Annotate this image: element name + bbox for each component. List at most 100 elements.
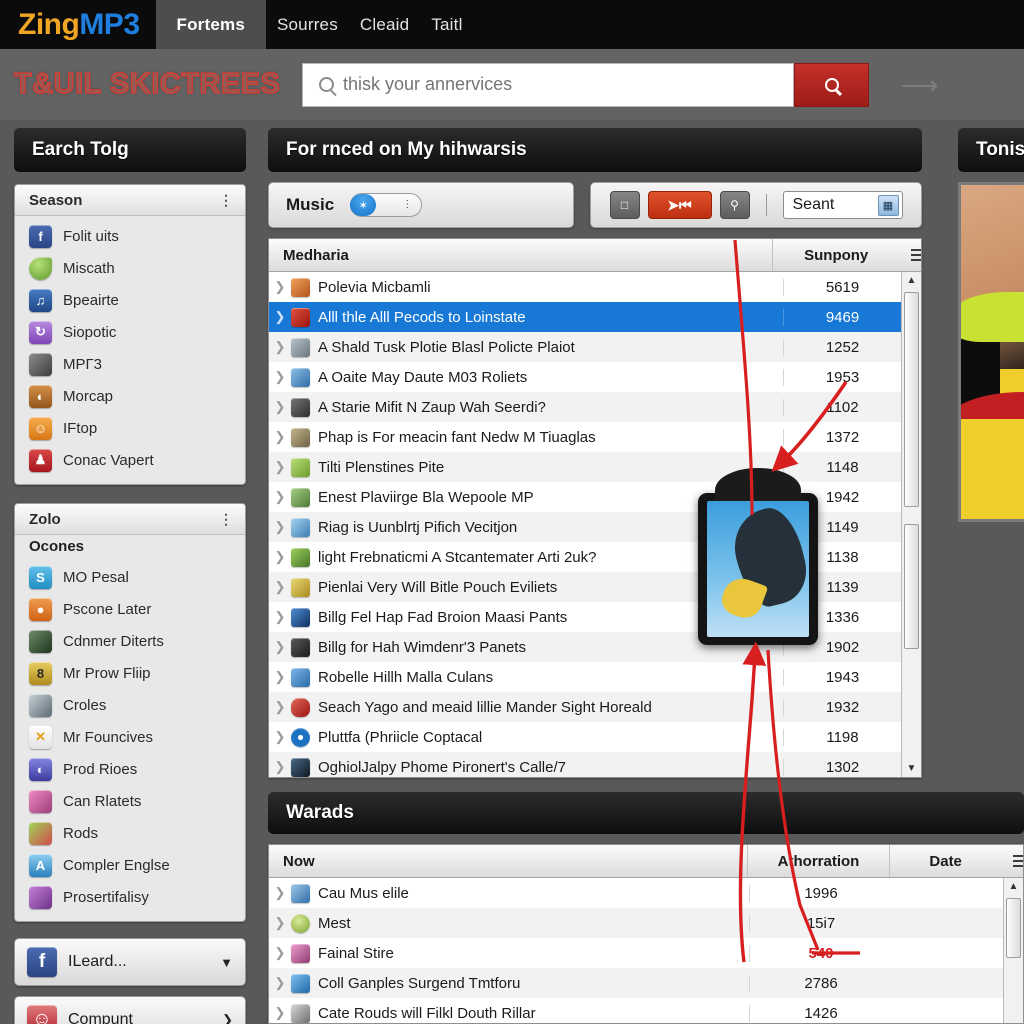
expand-chevron-icon[interactable]: ❯: [269, 339, 291, 355]
table-row[interactable]: ❯ Riag is Uunblrtj Pifich Vecitjon 1149: [269, 512, 921, 542]
scroll-up-arrow-icon[interactable]: ▲: [902, 272, 921, 289]
kebab-menu-icon[interactable]: ⋮: [219, 512, 233, 526]
expand-chevron-icon[interactable]: ❯: [269, 1005, 291, 1021]
sidebar-item-conac-vapert[interactable]: ♟ Conac Vapert: [15, 444, 245, 476]
tab-fortems[interactable]: Fortems: [155, 0, 266, 49]
table-row[interactable]: ❯ Alll thle Alll Pecods to Loinstate 9469: [269, 302, 921, 332]
expand-chevron-icon[interactable]: ❯: [269, 639, 291, 655]
expand-chevron-icon[interactable]: ❯: [269, 759, 291, 775]
sidebar-item-cdnmer-diterts[interactable]: Cdnmer Diterts: [15, 625, 245, 657]
sidebar-item-siopotic[interactable]: ↻ Siopotic: [15, 316, 245, 348]
table-row[interactable]: ❯ light Frebnaticmi A Stcantemater Arti 2…: [269, 542, 921, 572]
sidebar-item-prosertifalisy[interactable]: Prosertifalisy: [15, 881, 245, 913]
column-sunpony[interactable]: Sunpony: [773, 239, 899, 271]
compunt-button[interactable]: ☺ Compunt ❯: [14, 996, 246, 1024]
table-row[interactable]: ❯ Pienlai Very Will Bitle Pouch Eviliets 1…: [269, 572, 921, 602]
chevron-down-icon[interactable]: ▼: [220, 955, 233, 970]
sidebar-item-can-rlatets[interactable]: Can Rlatets: [15, 785, 245, 817]
expand-chevron-icon[interactable]: ❯: [269, 579, 291, 595]
expand-chevron-icon[interactable]: ❯: [269, 369, 291, 385]
expand-chevron-icon[interactable]: ❯: [269, 429, 291, 445]
expand-chevron-icon[interactable]: ❯: [269, 459, 291, 475]
table-row[interactable]: ❯ Cau Mus elile 1996: [269, 878, 1023, 908]
sidebar-item-mo-pesal[interactable]: S MO Pesal: [15, 561, 245, 593]
dropdown-panel-icon[interactable]: ▦: [877, 194, 899, 216]
expand-chevron-icon[interactable]: ❯: [269, 699, 291, 715]
seant-input[interactable]: Seant ▦: [782, 191, 903, 219]
sidebar-item-folit-uits[interactable]: f Folit uits: [15, 220, 245, 252]
tab-sourres[interactable]: Sourres: [266, 0, 349, 49]
expand-chevron-icon[interactable]: ❯: [269, 975, 291, 991]
scroll-up-arrow-icon[interactable]: ▲: [1004, 878, 1023, 895]
column-grip-icon[interactable]: [1001, 845, 1023, 877]
table-row[interactable]: ❯ Billg Fel Hap Fad Broion Maasi Pants 133…: [269, 602, 921, 632]
column-athorration[interactable]: Athorration: [748, 845, 891, 877]
sidebar-item-morcap[interactable]: ◐ Morcap: [15, 380, 245, 412]
facebook-account-button[interactable]: f ILeard... ▼: [14, 938, 246, 986]
tab-taitl[interactable]: Taitl: [420, 0, 473, 49]
table-row[interactable]: ❯ OghiolJalpy Phome Pironert's Calle/7 130…: [269, 752, 921, 777]
kebab-menu-icon[interactable]: ⋮: [219, 193, 233, 207]
sidebar-item-pscone-later[interactable]: ● Pscone Later: [15, 593, 245, 625]
play-next-button[interactable]: ➤⏮: [647, 191, 712, 219]
scroll-down-arrow-icon[interactable]: ▼: [902, 760, 921, 777]
expand-chevron-icon[interactable]: ❯: [269, 489, 291, 505]
sidebar-item-rods[interactable]: Rods: [15, 817, 245, 849]
scrollbar-thumb-secondary[interactable]: [904, 524, 919, 649]
expand-chevron-icon[interactable]: ❯: [269, 609, 291, 625]
expand-chevron-icon[interactable]: ❯: [269, 519, 291, 535]
expand-chevron-icon[interactable]: ❯: [269, 885, 291, 901]
column-date[interactable]: Date: [890, 845, 1001, 877]
table-row[interactable]: ❯ A Oaite May Daute M03 Roliets 1953: [269, 362, 921, 392]
table-row[interactable]: ❯ Enest Plaviirge Bla Wepoole MP 1942: [269, 482, 921, 512]
expand-chevron-icon[interactable]: ❯: [269, 309, 291, 325]
search-input-wrapper[interactable]: [302, 62, 794, 107]
stepper-icon[interactable]: ⋮: [402, 200, 412, 210]
table-row[interactable]: ❯ Phap is For meacin fant Nedw M Tiuaglas…: [269, 422, 921, 452]
column-medharia[interactable]: Medharia: [269, 239, 774, 271]
expand-chevron-icon[interactable]: ❯: [269, 945, 291, 961]
table-row[interactable]: ❯ Pluttfa (Phriicle Coptacal 1198: [269, 722, 921, 752]
expand-chevron-icon[interactable]: ❯: [269, 669, 291, 685]
search-submit-button[interactable]: [794, 62, 869, 107]
app-logo[interactable]: Zing MP3: [0, 0, 156, 49]
arrow-up-right-icon[interactable]: ⟶: [901, 72, 938, 98]
sidebar-item-miscath[interactable]: Miscath: [15, 252, 245, 284]
table-row[interactable]: ❯ Tilti Plenstines Pite 1148: [269, 452, 921, 482]
table-row[interactable]: ❯ A Starie Mifit N Zaup Wah Seerdi? 1102: [269, 392, 921, 422]
table-row[interactable]: ❯ Seach Yago and meaid lillie Mander Sigh…: [269, 692, 921, 722]
table-row[interactable]: ❯ A Shald Tusk Plotie Blasl Policte Plaio…: [269, 332, 921, 362]
expand-chevron-icon[interactable]: ❯: [269, 549, 291, 565]
sidebar-item-mr-founcives[interactable]: ✕ Mr Founcives: [15, 721, 245, 753]
warads-table-scrollbar[interactable]: ▲: [1003, 878, 1023, 1023]
table-row[interactable]: ❯ Coll Ganples Surgend Tmtforu 2786: [269, 968, 1023, 998]
scrollbar-thumb[interactable]: [1006, 898, 1021, 958]
media-table-scrollbar[interactable]: ▲ ▼: [901, 272, 921, 777]
chevron-right-icon[interactable]: ❯: [222, 1012, 233, 1024]
table-row[interactable]: ❯ Robelle Hillh Malla Culans 1943: [269, 662, 921, 692]
sidebar-item-croles[interactable]: Croles: [15, 689, 245, 721]
table-row[interactable]: ❯ Billg for Hah Wimdenr'3 Panets 1902: [269, 632, 921, 662]
sidebar-item-mp3[interactable]: MPГ3: [15, 348, 245, 380]
table-row[interactable]: ❯ Cate Rouds will Filkl Douth Rillar 1426: [269, 998, 1023, 1023]
expand-chevron-icon[interactable]: ❯: [269, 399, 291, 415]
stop-button[interactable]: □: [609, 191, 640, 219]
sidebar-item-iftop[interactable]: ☺ IFtop: [15, 412, 245, 444]
table-row[interactable]: ❯ Mest 15i7: [269, 908, 1023, 938]
sidebar-item-prod-rioes[interactable]: ◐ Prod Rioes: [15, 753, 245, 785]
sidebar-item-mr-prow-fliip[interactable]: 8 Mr Prow Fliip: [15, 657, 245, 689]
column-now[interactable]: Now: [269, 845, 748, 877]
expand-chevron-icon[interactable]: ❯: [269, 729, 291, 745]
tab-cleaid[interactable]: Cleaid: [349, 0, 420, 49]
expand-chevron-icon[interactable]: ❯: [269, 915, 291, 931]
column-grip-icon[interactable]: [899, 239, 921, 271]
table-row[interactable]: ❯ Polevia Micbamli 5619: [269, 272, 921, 302]
scrollbar-thumb[interactable]: [904, 292, 919, 507]
search-input[interactable]: [343, 63, 793, 106]
sidebar-item-compler-englse[interactable]: A Compler Englse: [15, 849, 245, 881]
sidebar-item-bpeairte[interactable]: ♫ Bpeairte: [15, 284, 245, 316]
filter-search-button[interactable]: ⚲: [719, 191, 750, 219]
expand-chevron-icon[interactable]: ❯: [269, 279, 291, 295]
music-toggle[interactable]: ✶ ⋮: [350, 193, 423, 217]
table-row[interactable]: ❯ Fainal Stire 540: [269, 938, 1023, 968]
